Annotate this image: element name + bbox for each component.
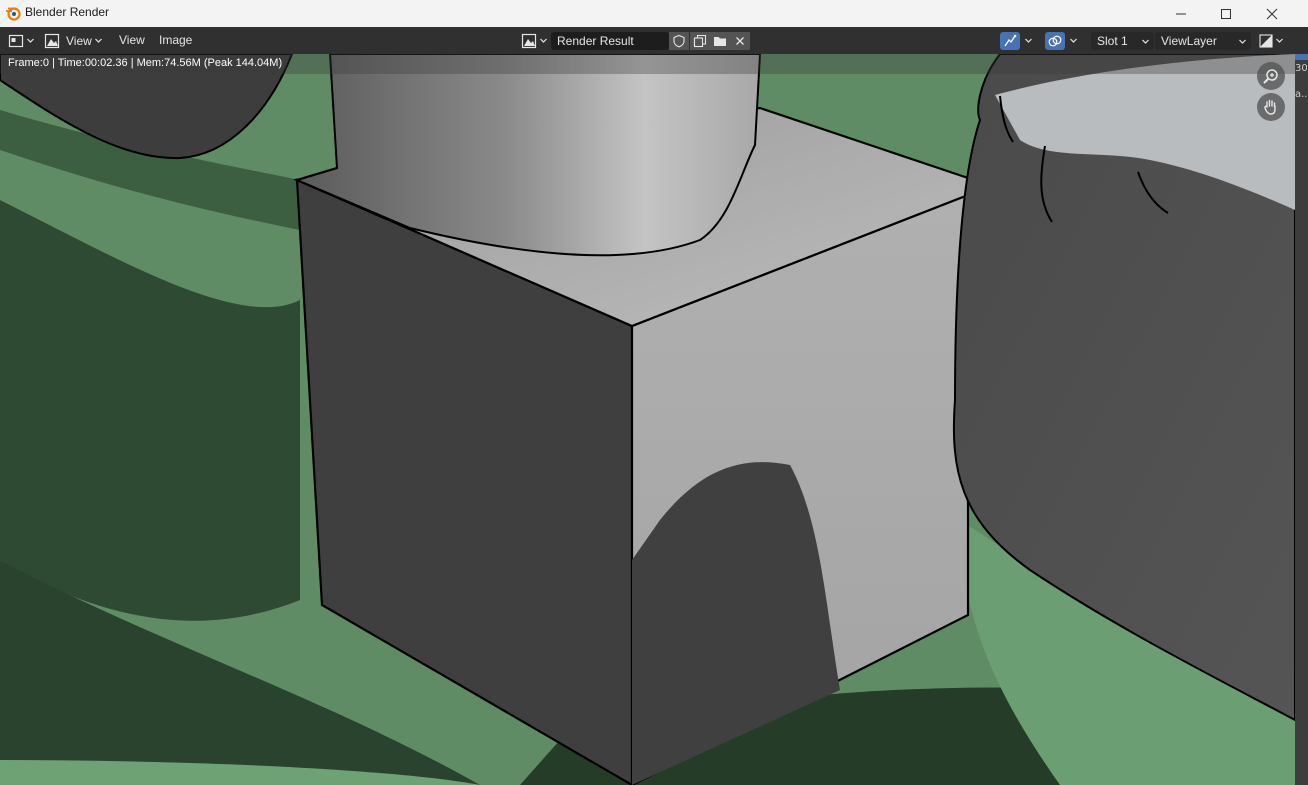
image-editor-header: View View Image Render Result Slot 1 Vie… bbox=[0, 27, 1308, 54]
pan-button[interactable] bbox=[1257, 93, 1285, 121]
overlays-button[interactable] bbox=[1045, 32, 1065, 50]
sidebar-tab-fragment[interactable] bbox=[1295, 54, 1308, 60]
blender-logo-icon bbox=[6, 7, 21, 21]
browse-image-button[interactable] bbox=[521, 31, 548, 50]
fake-user-button[interactable] bbox=[669, 32, 689, 50]
zoom-button[interactable] bbox=[1257, 62, 1285, 90]
close-button[interactable] bbox=[1249, 0, 1295, 27]
duplicate-icon bbox=[693, 34, 707, 48]
pan-hand-icon bbox=[1264, 99, 1276, 115]
slot-selector[interactable]: Slot 1 bbox=[1091, 32, 1154, 50]
menu-image[interactable]: Image bbox=[159, 33, 192, 47]
image-icon bbox=[44, 33, 60, 48]
minimize-icon bbox=[1176, 13, 1186, 14]
gizmo-dropdown[interactable] bbox=[1022, 31, 1033, 50]
menu-view[interactable]: View bbox=[119, 33, 145, 47]
new-image-button[interactable] bbox=[690, 32, 710, 50]
chevron-down-icon bbox=[1070, 38, 1077, 43]
browse-image-icon bbox=[521, 33, 537, 48]
view-layer-label: ViewLayer bbox=[1161, 34, 1217, 48]
image-name-field[interactable]: Render Result bbox=[551, 32, 669, 50]
sidebar-fragment-c: a... bbox=[1295, 89, 1308, 100]
render-image bbox=[0, 54, 1295, 785]
render-info-text: Frame:0 | Time:00:02.36 | Mem:74.56M (Pe… bbox=[8, 57, 283, 69]
view-mode-label: View bbox=[66, 33, 92, 48]
display-channels-icon bbox=[1259, 33, 1273, 48]
editor-type-icon bbox=[8, 34, 24, 47]
fake-user-shield-icon bbox=[673, 34, 685, 48]
overlay-icon bbox=[1048, 35, 1062, 47]
view-mode-selector[interactable]: View bbox=[44, 31, 103, 50]
unlink-x-icon bbox=[736, 37, 744, 45]
display-channels-selector[interactable] bbox=[1259, 31, 1284, 50]
chevron-down-icon bbox=[1276, 38, 1283, 43]
maximize-icon bbox=[1221, 8, 1231, 19]
window-title: Blender Render bbox=[25, 5, 110, 19]
chevron-down-icon bbox=[1239, 39, 1246, 44]
editor-type-selector[interactable] bbox=[8, 31, 35, 50]
open-folder-icon bbox=[714, 37, 726, 46]
slot-label: Slot 1 bbox=[1097, 34, 1128, 48]
minimize-button[interactable] bbox=[1158, 0, 1204, 27]
chevron-down-icon bbox=[1142, 39, 1149, 44]
chevron-down-icon bbox=[27, 38, 34, 43]
chevron-down-icon bbox=[540, 38, 547, 43]
overlays-dropdown[interactable] bbox=[1067, 31, 1078, 50]
sidebar-edge-strip: % 30 a... bbox=[1295, 54, 1308, 785]
sample-tool-button[interactable] bbox=[1000, 32, 1020, 50]
open-image-button[interactable] bbox=[710, 32, 730, 50]
window-title-bar: Blender Render bbox=[0, 0, 1308, 27]
maximize-button[interactable] bbox=[1203, 0, 1249, 27]
close-icon bbox=[1266, 8, 1278, 19]
view-layer-selector[interactable]: ViewLayer bbox=[1155, 32, 1251, 50]
chevron-down-icon bbox=[94, 38, 102, 43]
sidebar-fragment-b: 30 bbox=[1295, 63, 1308, 74]
sample-tool-icon bbox=[1004, 34, 1017, 47]
unlink-image-button[interactable] bbox=[730, 32, 750, 50]
zoom-icon bbox=[1263, 69, 1278, 84]
render-result-viewport[interactable] bbox=[0, 54, 1295, 785]
chevron-down-icon bbox=[1025, 38, 1032, 43]
